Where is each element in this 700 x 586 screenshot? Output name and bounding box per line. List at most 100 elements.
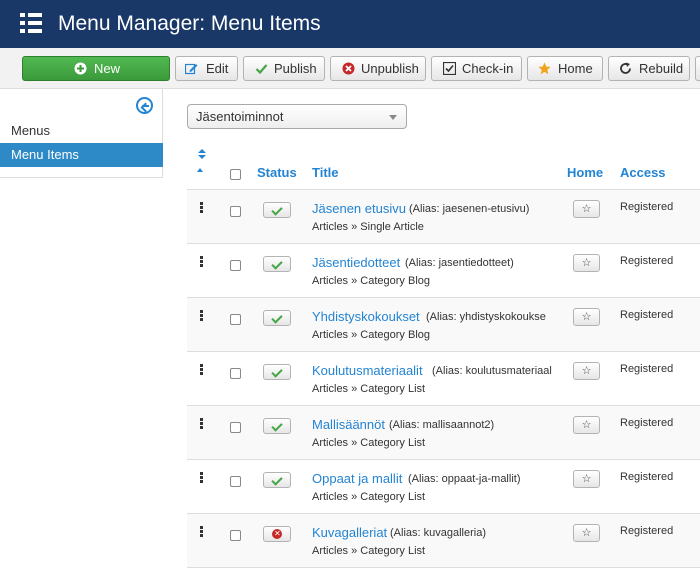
publish-button-label: Publish	[274, 61, 317, 76]
item-access: Registered	[620, 471, 674, 483]
edit-button[interactable]: Edit	[175, 56, 238, 81]
select-all-checkbox[interactable]	[230, 169, 241, 180]
item-title-link[interactable]: Kuvagalleriat	[312, 525, 387, 540]
item-title-link[interactable]: Yhdistyskokoukset	[312, 309, 420, 324]
item-type: Articles » Category List	[312, 437, 426, 449]
publish-button[interactable]: Publish	[243, 56, 325, 81]
item-type: Articles » Category List	[312, 545, 426, 557]
table-row: Oppaat ja mallit (Alias: oppaat-ja-malli…	[187, 460, 700, 514]
sidebar: Menus Menu Items	[0, 89, 163, 178]
star-outline-icon: ☆	[581, 419, 592, 431]
drag-handle-icon[interactable]	[200, 472, 203, 484]
row-checkbox[interactable]	[230, 476, 241, 487]
star-outline-icon: ☆	[581, 257, 592, 269]
set-home-button[interactable]: ☆	[573, 308, 600, 326]
published-toggle[interactable]	[263, 256, 291, 272]
star-outline-icon: ☆	[581, 365, 592, 377]
table-row: Jäsenen etusivu (Alias: jaesenen-etusivu…	[187, 190, 700, 244]
item-access: Registered	[620, 417, 674, 429]
item-alias: (Alias: kuvagalleria)	[390, 527, 486, 539]
item-title-link[interactable]: Mallisäännöt	[312, 417, 385, 432]
item-type: Articles » Category List	[312, 383, 426, 395]
set-home-button[interactable]: ☆	[573, 416, 600, 434]
title-column-header[interactable]: Title	[312, 165, 339, 180]
published-toggle[interactable]	[263, 472, 291, 488]
menu-filter-value: Jäsentoiminnot	[196, 109, 284, 124]
sort-direction-icon	[197, 168, 203, 172]
item-title-link[interactable]: Jäsenen etusivu	[312, 201, 406, 216]
item-access: Registered	[620, 201, 674, 213]
row-checkbox[interactable]	[230, 422, 241, 433]
home-button-label: Home	[558, 61, 593, 76]
chevron-down-icon	[389, 115, 397, 120]
published-toggle[interactable]	[263, 310, 291, 326]
unpublish-icon	[342, 62, 355, 75]
item-title-link[interactable]: Oppaat ja mallit	[312, 471, 402, 486]
row-checkbox[interactable]	[230, 260, 241, 271]
row-checkbox[interactable]	[230, 206, 241, 217]
set-home-button[interactable]: ☆	[573, 362, 600, 380]
new-button-label: New	[94, 61, 121, 76]
item-alias: (Alias: koulutusmateriaal	[432, 365, 552, 377]
item-access: Registered	[620, 255, 674, 267]
status-column-header[interactable]: Status	[257, 165, 297, 180]
set-home-button[interactable]: ☆	[573, 254, 600, 272]
star-outline-icon: ☆	[581, 203, 592, 215]
row-checkbox[interactable]	[230, 314, 241, 325]
item-access: Registered	[620, 363, 674, 375]
unpublished-toggle[interactable]	[263, 526, 291, 542]
published-toggle[interactable]	[263, 364, 291, 380]
menu-filter-select[interactable]: Jäsentoiminnot	[187, 104, 407, 129]
list-menu-icon	[20, 13, 42, 33]
table-row: Mallisäännöt (Alias: mallisaannot2) Arti…	[187, 406, 700, 460]
drag-handle-icon[interactable]	[200, 364, 203, 376]
sidebar-item-menu-items[interactable]: Menu Items	[0, 143, 163, 167]
sidebar-item-menus[interactable]: Menus	[0, 119, 163, 143]
rebuild-button[interactable]: Rebuild	[608, 56, 690, 81]
star-outline-icon: ☆	[581, 473, 592, 485]
home-button[interactable]: Home	[527, 56, 603, 81]
item-title-link[interactable]: Koulutusmateriaalit	[312, 363, 423, 378]
item-alias: (Alias: oppaat-ja-mallit)	[408, 473, 521, 485]
item-type: Articles » Single Article	[312, 221, 424, 233]
drag-handle-icon[interactable]	[200, 202, 203, 214]
drag-handle-icon[interactable]	[200, 418, 203, 430]
check-icon	[255, 64, 268, 75]
set-home-button[interactable]: ☆	[573, 470, 600, 488]
toolbar: New Edit Publish Unpublish Check-in Home	[0, 48, 700, 89]
item-alias: (Alias: jasentiedotteet)	[405, 257, 514, 269]
set-home-button[interactable]: ☆	[573, 200, 600, 218]
unpublish-button-label: Unpublish	[361, 61, 419, 76]
set-home-button[interactable]: ☆	[573, 524, 600, 542]
refresh-icon	[620, 62, 631, 74]
checkin-button[interactable]: Check-in	[431, 56, 522, 81]
new-button[interactable]: New	[22, 56, 170, 81]
checkin-button-label: Check-in	[462, 61, 514, 76]
star-icon	[538, 62, 551, 75]
page-title: Menu Manager: Menu Items	[58, 12, 321, 35]
star-outline-icon: ☆	[581, 311, 592, 323]
app-header: Menu Manager: Menu Items	[0, 0, 700, 48]
drag-handle-icon[interactable]	[200, 526, 203, 538]
published-toggle[interactable]	[263, 202, 291, 218]
table-row: Yhdistyskokoukset (Alias: yhdistyskokouk…	[187, 298, 700, 352]
item-alias: (Alias: yhdistyskokoukse	[426, 311, 546, 323]
drag-handle-icon[interactable]	[200, 310, 203, 322]
item-type: Articles » Category List	[312, 491, 426, 503]
published-toggle[interactable]	[263, 418, 291, 434]
drag-handle-icon[interactable]	[200, 256, 203, 268]
collapse-sidebar-icon[interactable]	[136, 97, 153, 114]
edit-icon	[185, 63, 198, 75]
access-column-header[interactable]: Access	[620, 165, 666, 180]
item-title-link[interactable]: Jäsentiedotteet	[312, 255, 400, 270]
item-type: Articles » Category Blog	[312, 275, 430, 287]
home-column-header[interactable]: Home	[567, 165, 603, 180]
sort-icon[interactable]	[197, 149, 207, 159]
row-checkbox[interactable]	[230, 368, 241, 379]
plus-circle-icon	[74, 62, 87, 75]
more-button[interactable]	[695, 56, 700, 81]
rebuild-button-label: Rebuild	[639, 61, 684, 76]
unpublish-button[interactable]: Unpublish	[330, 56, 426, 81]
row-checkbox[interactable]	[230, 530, 241, 541]
item-alias: (Alias: mallisaannot2)	[389, 419, 495, 431]
